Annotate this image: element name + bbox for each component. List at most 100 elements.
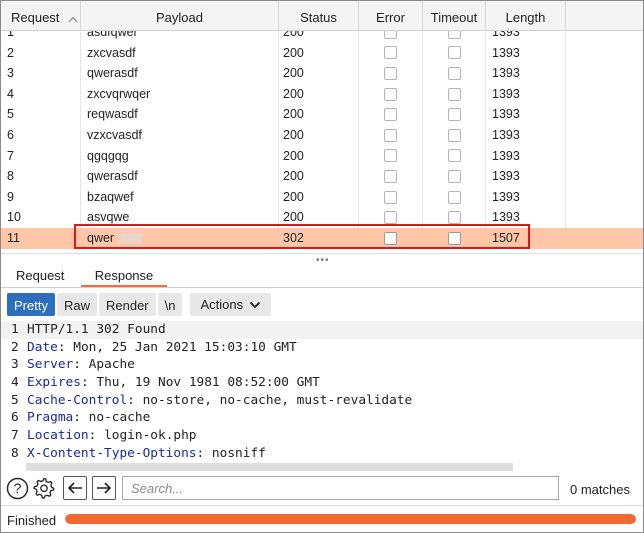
checkbox[interactable]	[384, 211, 397, 225]
table-row[interactable]: 8 qwerasdf 200 1393	[1, 166, 643, 187]
line-content: Location: login-ok.php	[27, 427, 197, 445]
header-value: Apache	[80, 357, 135, 373]
cell-error	[359, 42, 423, 64]
checkbox[interactable]	[447, 149, 461, 163]
cell-length: 1393	[486, 63, 566, 84]
checkbox[interactable]	[447, 169, 461, 183]
cell-status-text: 200	[283, 66, 304, 81]
cell-payload: zxcvasdf	[81, 42, 279, 64]
line-content: Pragma: no-cache	[27, 409, 150, 427]
cell-request-text: 8	[7, 169, 14, 184]
cell-status-text: 200	[283, 45, 304, 60]
help-icon[interactable]: ?	[5, 476, 29, 500]
cell-status-text: 200	[283, 169, 304, 184]
cell-request: 10	[1, 207, 81, 228]
header-value: login-ok.php	[96, 428, 197, 444]
render-button[interactable]: Render	[98, 293, 156, 316]
cell-status-text: 200	[283, 148, 304, 163]
response-editor[interactable]: 1 HTTP/1.1 302 Found 2 Date: Mon, 25 Jan 20…	[1, 321, 643, 465]
results-table: 1 asdfqwer 200 1393 2 zxcvasdf 200 1393 3 qwerasd…	[1, 1, 643, 253]
actions-label: Actions	[200, 297, 244, 312]
header-value: Thu, 19 Nov 1981 08:52:00 GMT	[88, 375, 320, 391]
checkbox[interactable]	[384, 169, 397, 183]
column-header-timeout[interactable]: Timeout	[423, 1, 486, 31]
checkbox[interactable]	[447, 128, 461, 142]
pretty-button[interactable]: Pretty	[7, 293, 55, 316]
response-line: 5 Cache-Control: no-store, no-cache, must…	[1, 392, 643, 410]
cell-status-text: 200	[283, 189, 304, 204]
tab-response[interactable]: Response	[81, 267, 167, 287]
cell-status: 200	[279, 145, 359, 167]
line-number: 2	[11, 339, 19, 355]
checkbox[interactable]	[384, 108, 397, 122]
checkbox[interactable]	[384, 87, 397, 101]
checkbox[interactable]	[447, 87, 461, 101]
message-tabs: Request Response	[1, 264, 643, 288]
tab-request[interactable]: Request	[16, 267, 64, 287]
raw-button[interactable]: Raw	[56, 293, 97, 316]
newline-toggle-button[interactable]: \n	[157, 293, 183, 316]
cell-length: 1393	[486, 83, 566, 105]
table-row[interactable]: 4 zxcvqrwqer 200 1393	[1, 83, 643, 105]
table-row[interactable]: 2 zxcvasdf 200 1393	[1, 42, 643, 64]
checkbox[interactable]	[447, 190, 461, 204]
cell-status-text: 200	[283, 107, 304, 122]
checkbox[interactable]	[447, 211, 461, 225]
column-header-error[interactable]: Error	[359, 1, 423, 31]
cell-error	[359, 63, 423, 84]
cell-filler	[566, 84, 643, 105]
cell-filler	[566, 166, 643, 187]
cell-filler	[566, 63, 643, 84]
checkbox[interactable]	[384, 190, 397, 204]
cell-request: 8	[1, 166, 81, 187]
header-name: Date	[27, 339, 58, 355]
cell-status-text: 200	[283, 127, 304, 142]
cell-filler	[566, 146, 643, 167]
header-name: X-Content-Type-Options	[27, 445, 197, 461]
cell-request: 7	[1, 145, 81, 167]
checkbox[interactable]	[384, 128, 397, 142]
cell-request-text: 11	[7, 230, 20, 245]
line-content: X-Content-Type-Options: nosniff	[27, 445, 266, 463]
cell-payload-text: zxcvasdf	[87, 45, 136, 60]
column-header-length[interactable]: Length	[486, 1, 566, 31]
checkbox[interactable]	[384, 46, 397, 60]
table-row[interactable]: 6 vzxcvasdf 200 1393	[1, 124, 643, 146]
status-line: HTTP/1.1 302 Found	[27, 322, 166, 337]
table-row[interactable]: 3 qwerasdf 200 1393	[1, 63, 643, 84]
table-row[interactable]: 7 qgqgqg 200 1393	[1, 145, 643, 167]
column-header-filler	[566, 1, 643, 31]
cell-request: 11	[1, 228, 81, 249]
horizontal-scrollbar[interactable]	[26, 463, 513, 471]
arrow-right-icon[interactable]	[92, 476, 116, 500]
cell-length-text: 1393	[492, 210, 520, 225]
header-name: Pragma	[27, 410, 74, 426]
checkbox[interactable]	[447, 46, 461, 60]
gear-icon[interactable]	[32, 476, 56, 500]
cell-length-text: 1393	[492, 169, 520, 184]
checkbox[interactable]	[447, 108, 461, 122]
cell-request-text: 2	[7, 45, 14, 60]
cell-payload-text: qgqgqg	[87, 148, 129, 163]
cell-request: 5	[1, 104, 81, 125]
header-name: Server	[27, 357, 74, 373]
column-header-payload[interactable]: Payload	[81, 1, 279, 31]
header-value: nosniff	[204, 445, 266, 461]
header-separator: :	[73, 357, 81, 373]
cell-timeout	[423, 145, 486, 167]
checkbox[interactable]	[384, 66, 397, 80]
actions-dropdown[interactable]: Actions	[190, 293, 272, 316]
search-input[interactable]	[122, 476, 559, 500]
cell-error	[359, 83, 423, 105]
column-header-request[interactable]: Request	[1, 1, 81, 31]
column-header-status[interactable]: Status	[279, 1, 359, 31]
table-row[interactable]: 9 bzaqwef 200 1393	[1, 186, 643, 208]
checkbox[interactable]	[384, 149, 397, 163]
line-content: Cache-Control: no-store, no-cache, must-…	[27, 392, 412, 410]
table-row[interactable]: 5 reqwasdf 200 1393	[1, 104, 643, 125]
cell-filler	[566, 125, 643, 146]
checkbox[interactable]	[447, 66, 461, 80]
arrow-left-icon[interactable]	[63, 476, 87, 500]
pane-splitter[interactable]: •••	[1, 253, 643, 266]
cell-request-text: 4	[7, 86, 14, 101]
